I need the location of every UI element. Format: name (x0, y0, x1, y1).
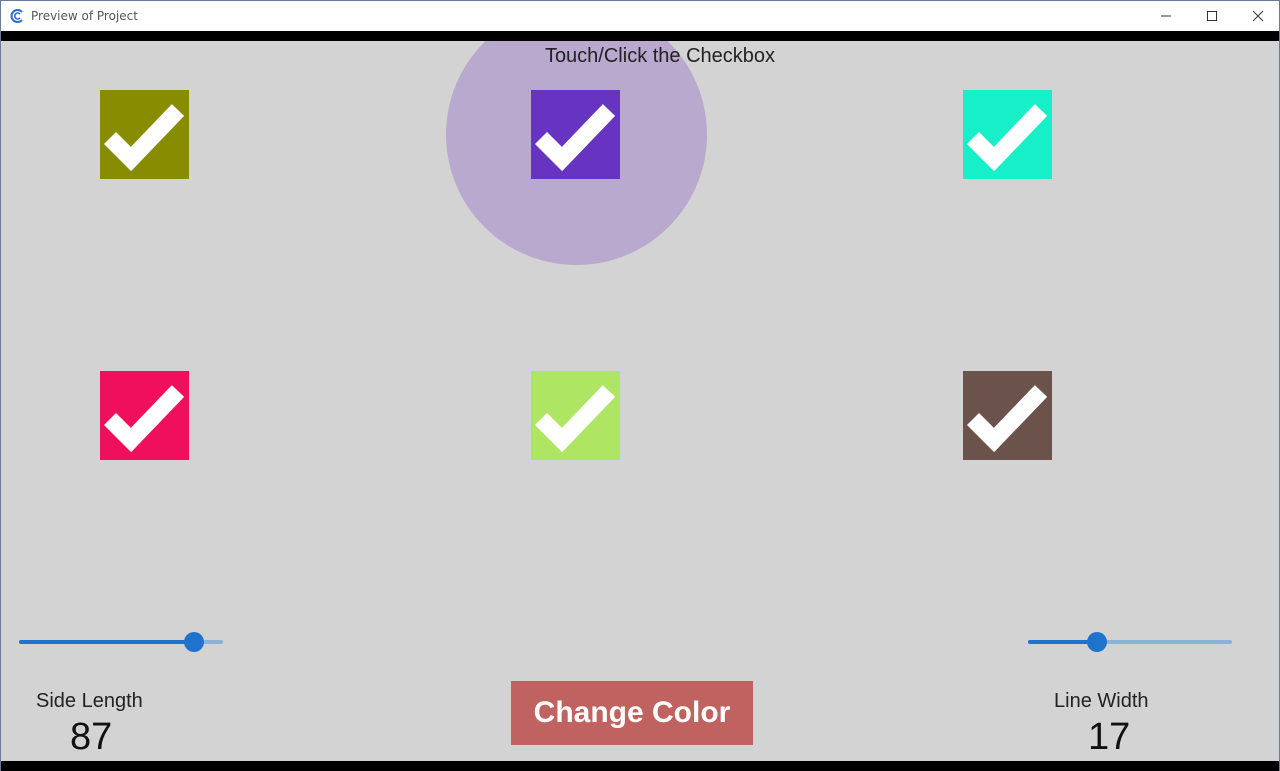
checkbox-square (963, 90, 1052, 179)
checkbox-square (531, 90, 620, 179)
app-logo-icon (10, 9, 23, 23)
change-color-button[interactable]: Change Color (511, 681, 753, 745)
checkbox-2[interactable] (531, 90, 620, 179)
minimize-icon (1161, 15, 1171, 17)
checkbox-6[interactable] (963, 371, 1052, 460)
app-window: Preview of Project Touch/Click the Check… (0, 0, 1280, 771)
slider-thumb[interactable] (1087, 632, 1108, 652)
window-title: Preview of Project (31, 9, 138, 23)
side-length-value: 87 (70, 716, 113, 758)
checkbox-square (100, 90, 189, 179)
side-length-label: Side Length (36, 690, 143, 712)
maximize-button[interactable] (1189, 1, 1235, 31)
line-width-value: 17 (1088, 716, 1131, 758)
minimize-button[interactable] (1143, 1, 1189, 31)
maximize-icon (1207, 11, 1217, 21)
checkbox-5[interactable] (531, 371, 620, 460)
canvas-area: Touch/Click the Checkbox Side Length 87 … (1, 41, 1279, 761)
line-width-slider[interactable] (1028, 630, 1232, 654)
checkbox-4[interactable] (100, 371, 189, 460)
checkbox-square (531, 371, 620, 460)
line-width-label: Line Width (1054, 690, 1149, 712)
title-bar: Preview of Project (1, 0, 1279, 31)
close-button[interactable] (1235, 1, 1280, 31)
checkbox-square (963, 371, 1052, 460)
instruction-text: Touch/Click the Checkbox (544, 45, 776, 67)
side-length-slider[interactable] (19, 630, 223, 654)
slider-fill (19, 640, 195, 644)
checkbox-square (100, 371, 189, 460)
checkbox-3[interactable] (963, 90, 1052, 179)
top-black-bar (1, 31, 1279, 41)
slider-thumb[interactable] (184, 632, 205, 652)
close-icon (1252, 10, 1264, 22)
checkbox-1[interactable] (100, 90, 189, 179)
bottom-black-bar (1, 761, 1279, 771)
